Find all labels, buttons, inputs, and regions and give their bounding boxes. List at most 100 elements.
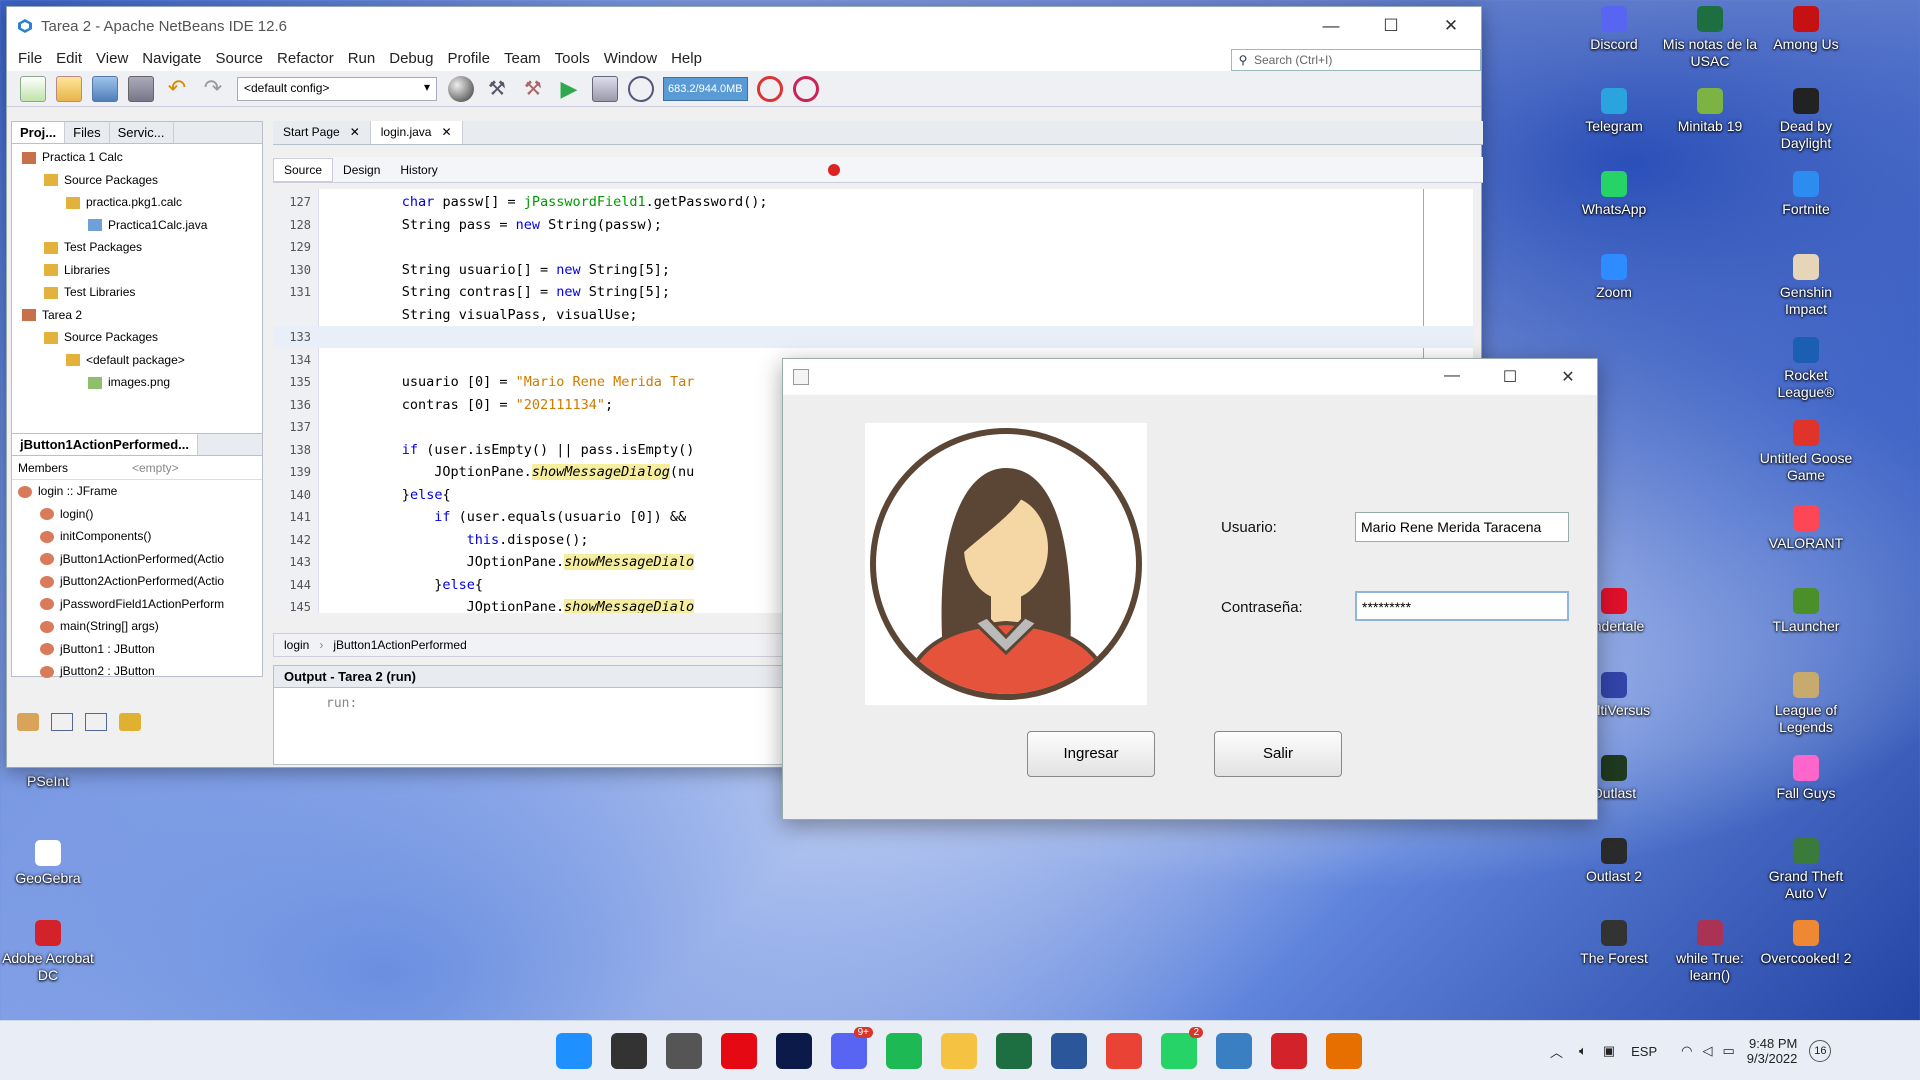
build-icon[interactable]: ⚒ (484, 76, 510, 102)
palette-frame-icon[interactable] (51, 713, 73, 731)
memory-indicator[interactable]: 683.2/944.0MB (663, 76, 748, 101)
desktop-shortcut[interactable]: Mis notas de la USAC (1662, 6, 1758, 70)
menu-tools[interactable]: Tools (548, 50, 597, 67)
breakpoint-icon[interactable] (827, 163, 840, 176)
menu-edit[interactable]: Edit (49, 50, 89, 67)
netbeans-titlebar[interactable]: Tarea 2 - Apache NetBeans IDE 12.6 — ☐ ✕ (7, 7, 1481, 45)
desktop-shortcut[interactable]: Telegram (1566, 88, 1662, 135)
search-input[interactable]: ⚲ Search (Ctrl+I) (1231, 49, 1481, 71)
menu-profile[interactable]: Profile (440, 50, 497, 67)
tree-node[interactable]: Libraries (12, 259, 262, 282)
editor-tab[interactable]: Start Page ✕ (273, 121, 371, 144)
clean-build-icon[interactable]: ⚒ (520, 76, 546, 102)
tray-chevron-icon[interactable]: ︿ (1550, 1042, 1563, 1061)
navigator-item[interactable]: login :: JFrame (12, 480, 262, 503)
new-project-icon[interactable] (56, 75, 82, 102)
config-select[interactable]: <default config> (237, 76, 437, 101)
tree-node[interactable]: Test Packages (12, 236, 262, 259)
maximize-icon[interactable]: ☐ (1361, 16, 1421, 36)
new-file-icon[interactable] (20, 75, 46, 102)
navigator-item[interactable]: login() (12, 503, 262, 526)
close-icon[interactable]: ✕ (1421, 16, 1481, 36)
login-titlebar[interactable]: — ☐ ✕ (783, 359, 1597, 395)
desktop-shortcut[interactable]: Among Us (1758, 6, 1854, 53)
tree-node[interactable]: images.png (12, 371, 262, 394)
tree-node[interactable]: <default package> (12, 349, 262, 372)
desktop-shortcut[interactable]: Zoom (1566, 254, 1662, 301)
save-all-icon[interactable] (128, 75, 154, 102)
wifi-icon[interactable]: ◠ (1681, 1043, 1692, 1059)
acrobat-taskbar-icon[interactable] (1271, 1033, 1307, 1069)
navigator-item[interactable]: initComponents() (12, 525, 262, 548)
desktop-shortcut[interactable]: Dead by Daylight (1758, 88, 1854, 152)
menu-run[interactable]: Run (341, 50, 383, 67)
breadcrumb-login[interactable]: login (284, 638, 309, 652)
menu-source[interactable]: Source (208, 50, 270, 67)
speaker-tray-icon[interactable]: 🔈︎ (1579, 1043, 1587, 1059)
navigator-title[interactable]: jButton1ActionPerformed... (12, 434, 199, 455)
java-app-icon[interactable] (1326, 1033, 1362, 1069)
project-tab[interactable]: Proj... (12, 122, 66, 143)
editor-tab[interactable]: login.java ✕ (370, 121, 463, 144)
palette-lock-icon[interactable] (119, 713, 141, 731)
project-tab[interactable]: Servic... (110, 122, 174, 143)
source-mode-tab[interactable]: Source (273, 157, 334, 182)
tree-node[interactable]: Practica 1 Calc (12, 146, 262, 169)
file-explorer-icon[interactable] (941, 1033, 977, 1069)
spotify-icon[interactable] (886, 1033, 922, 1069)
login-maximize-icon[interactable]: ☐ (1481, 367, 1539, 387)
navigator-item[interactable]: jButton2 : JButton (12, 660, 262, 683)
navigator-item[interactable]: jButton1 : JButton (12, 638, 262, 661)
desktop-shortcut[interactable]: GeoGebra (0, 840, 96, 887)
menu-view[interactable]: View (89, 50, 135, 67)
redo-icon[interactable]: ↷ (200, 75, 226, 102)
navigator-item[interactable]: jButton1ActionPerformed(Actio (12, 548, 262, 571)
navigator-item[interactable]: jPasswordField1ActionPerform (12, 593, 262, 616)
desktop-shortcut[interactable]: Genshin Impact (1758, 254, 1854, 318)
tree-node[interactable]: Tarea 2 (12, 304, 262, 327)
tree-node[interactable]: Practica1Calc.java (12, 214, 262, 237)
run-icon[interactable]: ▶ (556, 76, 582, 102)
desktop-shortcut[interactable]: PSeInt (0, 773, 96, 790)
navigator-item[interactable]: jButton2ActionPerformed(Actio (12, 570, 262, 593)
desktop-shortcut[interactable]: Overcooked! 2 (1758, 920, 1854, 967)
whatsapp-taskbar-icon[interactable]: 2 (1161, 1027, 1203, 1069)
volume-icon[interactable]: ◁ (1702, 1043, 1712, 1059)
disney-plus-icon[interactable] (776, 1033, 812, 1069)
undo-icon[interactable]: ↶ (164, 75, 190, 102)
menu-window[interactable]: Window (597, 50, 664, 67)
history-mode-tab[interactable]: History (390, 159, 447, 181)
open-project-icon[interactable] (92, 75, 118, 102)
navigator-item[interactable]: main(String[] args) (12, 615, 262, 638)
desktop-shortcut[interactable]: Minitab 19 (1662, 88, 1758, 135)
project-tab[interactable]: Files (65, 122, 110, 143)
desktop-shortcut[interactable]: League of Legends (1758, 672, 1854, 736)
settings-icon[interactable] (666, 1033, 702, 1069)
desktop-shortcut[interactable]: Grand Theft Auto V (1758, 838, 1854, 902)
palette-panel-icon[interactable] (85, 713, 107, 731)
navigator-empty[interactable]: <empty> (132, 461, 222, 475)
menu-file[interactable]: File (11, 50, 49, 67)
desktop-shortcut[interactable]: Fortnite (1758, 171, 1854, 218)
netbeans-taskbar-icon[interactable] (1216, 1033, 1252, 1069)
login-close-icon[interactable]: ✕ (1539, 367, 1597, 387)
menu-refactor[interactable]: Refactor (270, 50, 341, 67)
menu-team[interactable]: Team (497, 50, 548, 67)
minimize-icon[interactable]: — (1301, 16, 1361, 36)
desktop-shortcut[interactable]: WhatsApp (1566, 171, 1662, 218)
desktop-shortcut[interactable]: Rocket League® (1758, 337, 1854, 401)
usuario-field[interactable]: Mario Rene Merida Taracena (1355, 512, 1569, 542)
desktop-shortcut[interactable]: The Forest (1566, 920, 1662, 967)
palette-tool-icon[interactable] (17, 713, 39, 731)
excel-taskbar-icon[interactable] (996, 1033, 1032, 1069)
notification-count[interactable]: 16 (1809, 1040, 1832, 1062)
tree-node[interactable]: practica.pkg1.calc (12, 191, 262, 214)
salir-button[interactable]: Salir (1214, 731, 1342, 777)
desktop-shortcut[interactable]: Untitled Goose Game (1758, 420, 1854, 484)
profile-icon[interactable] (628, 75, 654, 102)
output-title[interactable]: Output - Tarea 2 (run) (274, 666, 792, 688)
clock[interactable]: 9:48 PM 9/3/2022 (1747, 1036, 1798, 1066)
desktop-shortcut[interactable]: Fall Guys (1758, 755, 1854, 802)
password-field[interactable]: ********* (1355, 591, 1569, 621)
desktop-shortcut[interactable]: Adobe Acrobat DC (0, 920, 96, 984)
